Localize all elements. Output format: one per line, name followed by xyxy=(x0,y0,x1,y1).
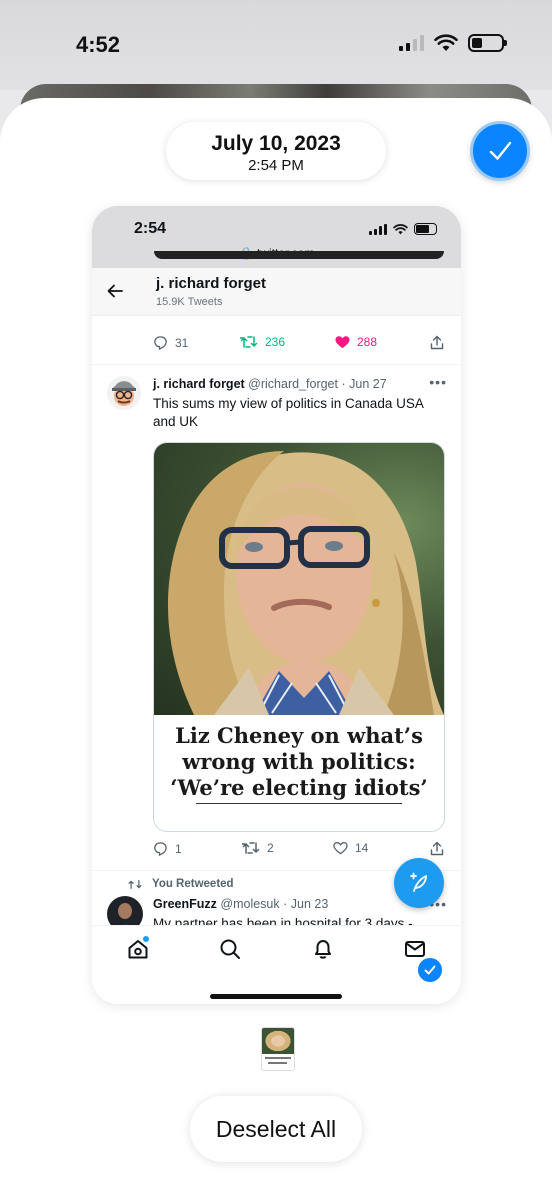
profile-header: j. richard forget 15.9K Tweets xyxy=(92,268,461,316)
retweet-small-icon xyxy=(128,879,142,889)
heart-filled-icon xyxy=(335,336,350,349)
tweet-photo xyxy=(154,443,444,715)
more-options-icon[interactable]: ••• xyxy=(429,374,447,390)
memoji-avatar-icon xyxy=(107,376,141,410)
share-icon[interactable] xyxy=(430,335,444,350)
previous-tweet-media-edge xyxy=(154,251,444,259)
screenshot-preview[interactable]: 2:54 🔒 twitter.com j. richard forget 15.… xyxy=(92,206,461,1004)
tweet-author-name[interactable]: j. richard forget xyxy=(153,377,245,391)
selected-checkmark-badge xyxy=(416,956,444,984)
reply-count: 1 xyxy=(175,841,182,856)
tweet-divider xyxy=(92,364,461,365)
retweet-count: 2 xyxy=(267,841,274,855)
previous-tweet-actions: 31 236 288 xyxy=(92,335,461,357)
thumbnail-text-line xyxy=(268,1062,288,1064)
headline-line: Liz Cheney on what’s xyxy=(175,723,423,748)
reply-icon xyxy=(154,842,167,856)
home-indicator xyxy=(210,994,342,999)
select-checkmark-button[interactable] xyxy=(470,121,530,181)
screenshot-time: 2:54 PM xyxy=(248,157,304,174)
tweet-author-handle[interactable]: @richard_forget xyxy=(248,377,338,391)
like-count: 288 xyxy=(357,335,378,349)
reply-icon xyxy=(154,336,167,350)
reply-count: 31 xyxy=(175,335,189,350)
profile-name: j. richard forget xyxy=(156,275,267,292)
compose-feather-icon xyxy=(410,872,427,892)
tweet-media-card[interactable]: Liz Cheney on what’s wrong with politics… xyxy=(153,442,445,832)
tweet-header: GreenFuzz @molesuk · Jun 23 xyxy=(153,897,328,911)
date-pill[interactable]: July 10, 2023 2:54 PM xyxy=(166,122,386,180)
like-button[interactable]: 14 xyxy=(333,841,368,855)
retweet-icon xyxy=(242,842,260,854)
deselect-all-button[interactable]: Deselect All xyxy=(190,1096,362,1162)
headline-underline xyxy=(196,803,402,804)
avatar[interactable] xyxy=(107,376,141,410)
retweet-count: 236 xyxy=(265,335,286,349)
status-icons xyxy=(399,34,507,52)
bottom-nav xyxy=(92,925,461,1004)
inner-status-icons xyxy=(369,223,437,235)
retweet-context-label: You Retweeted xyxy=(152,878,234,890)
profile-tweet-count: 15.9K Tweets xyxy=(156,296,223,308)
tweet-date: · Jun 27 xyxy=(341,377,387,391)
heart-outline-icon xyxy=(333,841,348,855)
inner-battery-icon xyxy=(414,223,437,235)
tweet-actions: 1 2 14 xyxy=(92,841,461,863)
battery-icon xyxy=(468,34,507,52)
retweet-context: You Retweeted xyxy=(128,878,234,890)
notifications-bell-icon[interactable] xyxy=(312,938,334,960)
like-button[interactable]: 288 xyxy=(335,335,377,349)
tweet-author-name[interactable]: GreenFuzz xyxy=(153,897,217,911)
wifi-icon xyxy=(434,34,458,51)
article-headline: Liz Cheney on what’s wrong with politics… xyxy=(154,723,444,804)
portrait-image xyxy=(167,451,444,715)
retweet-button[interactable]: 2 xyxy=(242,841,274,855)
checkmark-icon xyxy=(489,141,512,160)
search-icon[interactable] xyxy=(219,938,241,960)
screenshot-date: July 10, 2023 xyxy=(211,132,341,155)
retweet-icon xyxy=(240,336,258,348)
compose-tweet-button[interactable] xyxy=(394,858,444,908)
thumbnail-photo xyxy=(262,1028,294,1054)
cellular-signal-icon xyxy=(399,35,424,51)
thumbnail-text-line xyxy=(265,1057,291,1059)
inner-status-time: 2:54 xyxy=(134,220,167,237)
reply-button[interactable]: 31 xyxy=(153,335,188,350)
status-bar: 4:52 xyxy=(0,0,552,90)
share-icon[interactable] xyxy=(430,841,444,856)
reply-button[interactable]: 1 xyxy=(153,841,182,856)
home-notification-dot xyxy=(143,936,149,942)
like-count: 14 xyxy=(355,841,369,855)
screenshot-thumbnail[interactable] xyxy=(261,1027,295,1071)
status-time: 4:52 xyxy=(76,32,121,57)
tweet-header: j. richard forget @richard_forget · Jun … xyxy=(153,377,387,391)
tweet-author-handle[interactable]: @molesuk xyxy=(220,897,279,911)
inner-signal-icon xyxy=(369,223,387,235)
headline-line: ‘We’re electing idiots’ xyxy=(170,775,428,800)
checkmark-icon xyxy=(424,965,436,975)
headline-line: wrong with politics: xyxy=(182,749,416,774)
tweet-date: · Jun 23 xyxy=(283,897,329,911)
retweet-button[interactable]: 236 xyxy=(240,335,285,349)
inner-wifi-icon xyxy=(393,223,408,234)
back-arrow-icon[interactable] xyxy=(106,282,124,300)
tweet-text: This sums my view of politics in Canada … xyxy=(153,396,424,429)
